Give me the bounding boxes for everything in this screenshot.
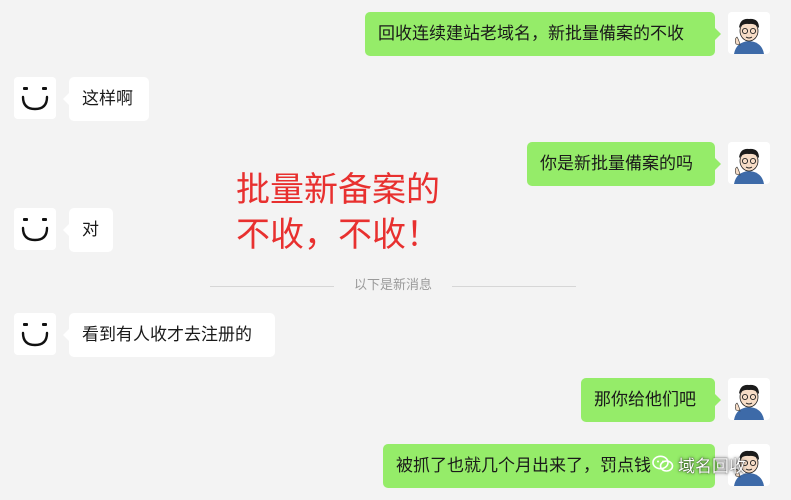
smiley-icon	[14, 77, 56, 119]
overlay-line-2: 不收，不收！	[236, 215, 440, 255]
message-bubble-incoming[interactable]: 这样啊	[63, 77, 149, 121]
smiley-icon	[14, 313, 56, 355]
smiley-icon	[14, 208, 56, 250]
overlay-line-1: 批量新备案的	[236, 170, 440, 210]
message-bubble-incoming[interactable]: 看到有人收才去注册的	[63, 313, 275, 357]
watermark: 域名回收	[652, 452, 746, 477]
smiley-avatar[interactable]	[14, 208, 56, 250]
cartoon-man-icon	[728, 378, 770, 420]
message-bubble-outgoing[interactable]: 那你给他们吧	[581, 378, 721, 422]
cartoon-man-avatar[interactable]	[728, 12, 770, 54]
divider-label: 以下是新消息	[353, 278, 432, 293]
new-messages-divider: 以下是新消息	[210, 276, 576, 296]
cartoon-man-icon	[728, 142, 770, 184]
watermark-text: 域名回收	[678, 456, 746, 477]
smiley-avatar[interactable]	[14, 313, 56, 355]
message-bubble-outgoing[interactable]: 你是新批量備案的吗	[527, 142, 721, 186]
cartoon-man-avatar[interactable]	[728, 378, 770, 420]
overlay-annotation: 批量新备案的 不收，不收！	[236, 168, 440, 258]
message-bubble-incoming[interactable]: 对	[63, 208, 113, 252]
wechat-icon	[652, 455, 674, 472]
cartoon-man-avatar[interactable]	[728, 142, 770, 184]
smiley-avatar[interactable]	[14, 77, 56, 119]
message-bubble-outgoing[interactable]: 回收连续建站老域名，新批量備案的不收	[365, 12, 721, 56]
cartoon-man-icon	[728, 12, 770, 54]
